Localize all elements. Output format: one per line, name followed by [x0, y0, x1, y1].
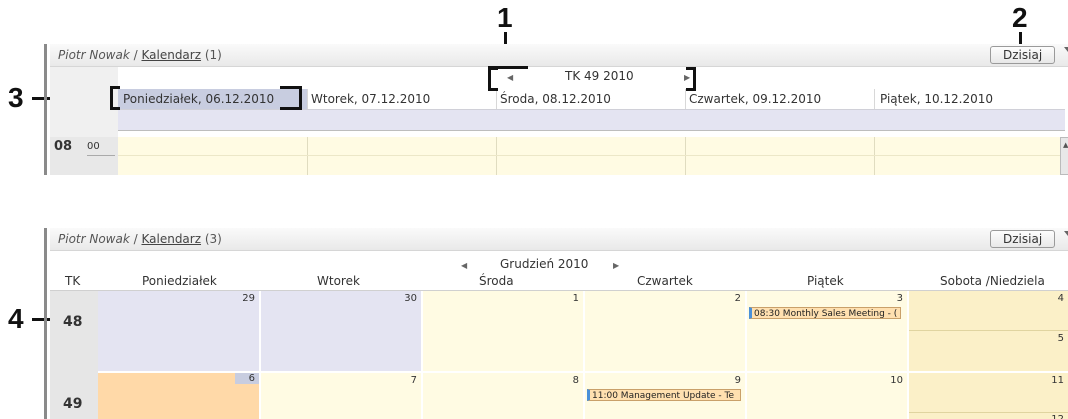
callout-1-bracket-top [488, 66, 528, 69]
time-slot-wednesday[interactable] [497, 137, 686, 175]
prev-week-icon[interactable]: ◀ [507, 73, 513, 82]
week-number: 49 [63, 396, 83, 412]
day-cell-sunday[interactable]: 12 [909, 413, 1068, 419]
callout-4: 4 [8, 303, 24, 334]
breadcrumb: Piotr Nowak / Kalendarz (3) [58, 232, 222, 246]
breadcrumb-user[interactable]: Piotr Nowak [58, 232, 130, 246]
column-header-weekend: Sobota /Niedziela [940, 274, 1045, 288]
breadcrumb-count: (3) [201, 232, 222, 246]
callout-3-bracket-right [280, 86, 302, 110]
week-number: 48 [63, 314, 83, 330]
day-number: 30 [404, 293, 417, 304]
day-cell-today[interactable]: 6 [98, 373, 261, 419]
day-number: 9 [734, 375, 741, 386]
day-header-label: Poniedziałek, 06.12.2010 [123, 92, 275, 106]
day-cell[interactable]: 3 08:30 Monthly Sales Meeting - ( [747, 291, 909, 371]
day-header-tuesday[interactable]: Wtorek, 07.12.2010 [308, 89, 497, 109]
day-number: 8 [572, 375, 579, 386]
callout-2: 2 [1012, 2, 1028, 33]
today-button[interactable]: Dzisiaj [990, 46, 1056, 64]
column-header-monday: Poniedziałek [142, 274, 217, 288]
callout-3-bracket-left [110, 86, 120, 110]
month-nav-title: Grudzień 2010 [500, 257, 589, 271]
day-header-label: Czwartek, 09.12.2010 [689, 92, 822, 106]
day-number: 1 [572, 293, 579, 304]
day-cell[interactable]: 9 11:00 Management Update - Te [585, 373, 747, 419]
time-slot-monday[interactable] [118, 137, 308, 175]
column-header-friday: Piątek [807, 274, 844, 288]
day-cell[interactable]: 8 [423, 373, 585, 419]
day-header-label: Wtorek, 07.12.2010 [311, 92, 431, 106]
menu-dropdown-icon[interactable] [1064, 47, 1068, 52]
callout-1-bracket-left [488, 67, 498, 91]
calendar-event[interactable]: 11:00 Management Update - Te [587, 389, 741, 401]
breadcrumb-calendar-link[interactable]: Kalendarz [141, 48, 201, 62]
week-nav-title: TK 49 2010 [565, 69, 634, 83]
calendar-event[interactable]: 08:30 Monthly Sales Meeting - ( [749, 307, 901, 319]
day-cell[interactable]: 2 [585, 291, 747, 371]
breadcrumb-separator: / [129, 232, 142, 246]
day-cell-saturday[interactable]: 4 [909, 291, 1068, 331]
day-number: 29 [242, 293, 255, 304]
breadcrumb: Piotr Nowak / Kalendarz (1) [58, 48, 222, 62]
day-cell[interactable]: 1 [423, 291, 585, 371]
day-number: 3 [896, 293, 903, 304]
day-number: 12 [1051, 414, 1064, 419]
column-header-thursday: Czwartek [637, 274, 693, 288]
day-cell[interactable]: 29 [98, 291, 261, 371]
column-header-tuesday: Wtorek [317, 274, 360, 288]
day-cell-sunday[interactable]: 5 [909, 331, 1068, 371]
day-number: 5 [1057, 333, 1064, 344]
day-cell[interactable]: 10 [747, 373, 909, 419]
breadcrumb-count: (1) [201, 48, 222, 62]
time-slot-tuesday[interactable] [308, 137, 497, 175]
today-button[interactable]: Dzisiaj [990, 230, 1056, 248]
day-header-thursday[interactable]: Czwartek, 09.12.2010 [686, 89, 875, 109]
breadcrumb-calendar-link[interactable]: Kalendarz [141, 232, 201, 246]
next-month-icon[interactable]: ▶ [613, 261, 619, 270]
prev-month-icon[interactable]: ◀ [461, 261, 467, 270]
month-view-header: Piotr Nowak / Kalendarz (3) Dzisiaj [50, 228, 1068, 251]
minute-label: 00 [87, 141, 100, 152]
breadcrumb-user[interactable]: Piotr Nowak [58, 48, 130, 62]
day-number: 6 [234, 373, 259, 384]
callout-1: 1 [497, 2, 513, 33]
day-header-label: Piątek, 10.12.2010 [880, 92, 994, 106]
time-slot-friday[interactable] [875, 137, 1065, 175]
day-number: 10 [890, 375, 903, 386]
day-number: 4 [1057, 293, 1064, 304]
day-number: 7 [410, 375, 417, 386]
day-cell[interactable]: 30 [261, 291, 423, 371]
menu-dropdown-icon[interactable] [1064, 231, 1068, 236]
callout-3: 3 [8, 82, 24, 113]
breadcrumb-separator: / [129, 48, 142, 62]
scroll-up-icon[interactable]: ▲ [1063, 141, 1068, 149]
day-number: 11 [1051, 375, 1064, 386]
minute-divider [87, 155, 115, 156]
month-view-panel: Piotr Nowak / Kalendarz (3) Dzisiaj ◀ Gr… [44, 228, 1068, 419]
hour-label: 08 [54, 139, 73, 154]
week-view-panel: Piotr Nowak / Kalendarz (1) Dzisiaj ◀ TK… [44, 44, 1068, 175]
day-header-label: Środa, 08.12.2010 [500, 92, 611, 106]
all-day-row[interactable] [118, 109, 1065, 131]
day-cell-saturday[interactable]: 11 [909, 373, 1068, 413]
day-header-friday[interactable]: Piątek, 10.12.2010 [875, 89, 1065, 109]
callout-1-bracket-right [686, 67, 696, 91]
day-cell[interactable]: 7 [261, 373, 423, 419]
column-header-wednesday: Środa [479, 274, 514, 288]
time-slot-thursday[interactable] [686, 137, 875, 175]
day-header-wednesday[interactable]: Środa, 08.12.2010 [497, 89, 686, 109]
vertical-scrollbar[interactable]: ▲ [1060, 137, 1068, 175]
day-number: 2 [734, 293, 741, 304]
week-view-header: Piotr Nowak / Kalendarz (1) Dzisiaj [50, 44, 1068, 67]
tk-column-header: TK [65, 274, 81, 288]
half-hour-line [118, 155, 1065, 156]
